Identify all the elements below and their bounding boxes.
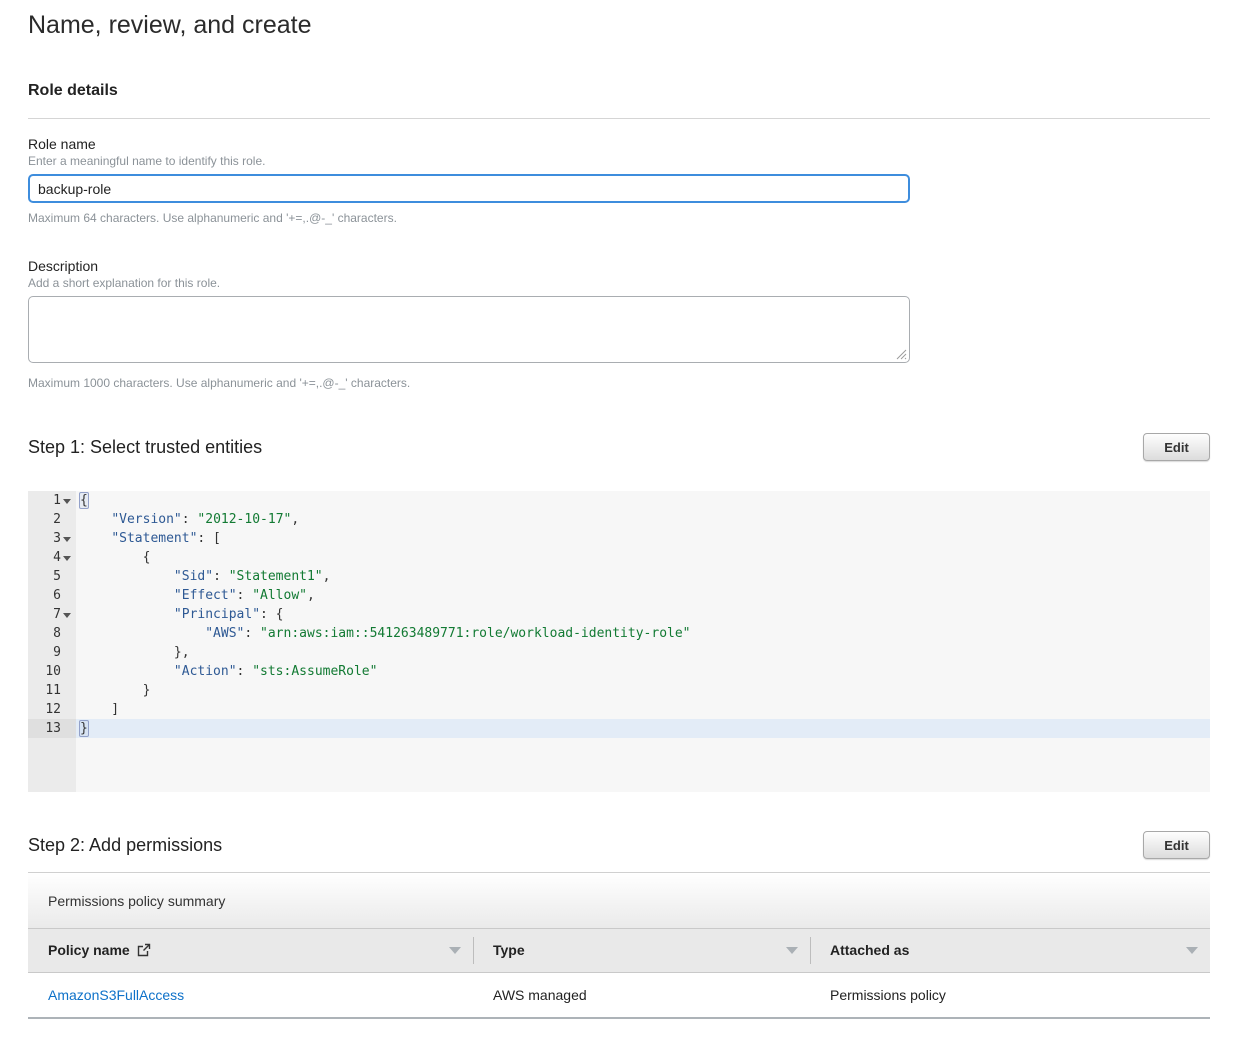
editor-code-line[interactable]: "AWS": "arn:aws:iam::541263489771:role/w…: [76, 624, 1210, 643]
editor-gutter[interactable]: 6: [28, 586, 76, 605]
page: Name, review, and create Role details Ro…: [0, 0, 1242, 1019]
trust-policy-json-editor[interactable]: 1{2 "Version": "2012-10-17",3 "Statement…: [28, 491, 1210, 792]
editor-line: 11 }: [28, 681, 1210, 700]
permissions-panel-header: Permissions policy summary: [28, 873, 1210, 929]
editor-code-line[interactable]: "Action": "sts:AssumeRole": [76, 662, 1210, 681]
editor-gutter[interactable]: 5: [28, 567, 76, 586]
editor-line: 12 ]: [28, 700, 1210, 719]
editor-line: 6 "Effect": "Allow",: [28, 586, 1210, 605]
policy-name-cell: AmazonS3FullAccess: [28, 972, 473, 1018]
step1-header-row: Step 1: Select trusted entities Edit: [28, 433, 1210, 461]
fold-spacer: [61, 643, 72, 662]
role-details-heading: Role details: [28, 82, 1210, 100]
editor-code-line[interactable]: ]: [76, 700, 1210, 719]
step2-heading: Step 2: Add permissions: [28, 835, 222, 856]
filter-dropdown-icon[interactable]: [449, 947, 461, 954]
role-name-label: Role name: [28, 135, 1210, 153]
editor-line: 9 },: [28, 643, 1210, 662]
editor-code-line[interactable]: },: [76, 643, 1210, 662]
fold-spacer: [61, 586, 72, 605]
editor-code-line[interactable]: "Statement": [: [76, 529, 1210, 548]
editor-line: 4 {: [28, 548, 1210, 567]
fold-arrow-icon[interactable]: [61, 491, 72, 510]
editor-code-line[interactable]: "Version": "2012-10-17",: [76, 510, 1210, 529]
editor-code-line[interactable]: "Effect": "Allow",: [76, 586, 1210, 605]
page-title: Name, review, and create: [28, 10, 1210, 40]
editor-gutter[interactable]: 10: [28, 662, 76, 681]
editor-gutter[interactable]: 2: [28, 510, 76, 529]
editor-code-line[interactable]: }: [76, 719, 1210, 738]
permissions-policy-panel: Permissions policy summary Policy name: [28, 872, 1210, 1019]
editor-code-line[interactable]: {: [76, 548, 1210, 567]
fold-spacer: [61, 719, 72, 738]
column-header-policy-name[interactable]: Policy name: [28, 929, 473, 972]
editor-line: 1{: [28, 491, 1210, 510]
editor-gutter[interactable]: 9: [28, 643, 76, 662]
step1-edit-button[interactable]: Edit: [1143, 433, 1210, 461]
fold-arrow-icon[interactable]: [61, 605, 72, 624]
step2-edit-button[interactable]: Edit: [1143, 831, 1210, 859]
role-name-constraint: Maximum 64 characters. Use alphanumeric …: [28, 210, 1210, 226]
attached-as-header-label: Attached as: [830, 942, 909, 958]
editor-line: 8 "AWS": "arn:aws:iam::541263489771:role…: [28, 624, 1210, 643]
editor-code-line[interactable]: {: [76, 491, 1210, 510]
permissions-table: Policy name: [28, 929, 1210, 1019]
fold-spacer: [61, 662, 72, 681]
external-link-icon: [137, 943, 151, 957]
description-help: Add a short explanation for this role.: [28, 275, 1210, 291]
editor-line: 10 "Action": "sts:AssumeRole": [28, 662, 1210, 681]
editor-gutter[interactable]: 13: [28, 719, 76, 738]
editor-line: 7 "Principal": {: [28, 605, 1210, 624]
editor-gutter[interactable]: 1: [28, 491, 76, 510]
editor-code-line[interactable]: }: [76, 681, 1210, 700]
filter-dropdown-icon[interactable]: [1186, 947, 1198, 954]
step2-header-row: Step 2: Add permissions Edit: [28, 831, 1210, 859]
column-header-type[interactable]: Type: [473, 929, 810, 972]
divider: [28, 118, 1210, 119]
fold-arrow-icon[interactable]: [61, 529, 72, 548]
description-field-wrap: [28, 296, 910, 363]
fold-spacer: [61, 510, 72, 529]
editor-gutter[interactable]: 8: [28, 624, 76, 643]
editor-gutter[interactable]: 4: [28, 548, 76, 567]
filter-dropdown-icon[interactable]: [786, 947, 798, 954]
fold-arrow-icon[interactable]: [61, 548, 72, 567]
fold-spacer: [61, 681, 72, 700]
editor-line: 13}: [28, 719, 1210, 738]
type-header-label: Type: [493, 942, 525, 958]
fold-spacer: [61, 567, 72, 586]
editor-gutter[interactable]: 12: [28, 700, 76, 719]
description-constraint: Maximum 1000 characters. Use alphanumeri…: [28, 375, 1210, 391]
editor-gutter[interactable]: 3: [28, 529, 76, 548]
editor-gutter[interactable]: 11: [28, 681, 76, 700]
policy-name-link[interactable]: AmazonS3FullAccess: [48, 987, 184, 1003]
role-name-help: Enter a meaningful name to identify this…: [28, 153, 1210, 169]
step1-heading: Step 1: Select trusted entities: [28, 437, 262, 458]
editor-gutter[interactable]: 7: [28, 605, 76, 624]
permissions-panel-title: Permissions policy summary: [48, 893, 225, 909]
permissions-table-header-row: Policy name: [28, 929, 1210, 972]
editor-line: 2 "Version": "2012-10-17",: [28, 510, 1210, 529]
role-name-input[interactable]: [28, 174, 910, 203]
table-row: AmazonS3FullAccess AWS managedPermissions…: [28, 972, 1210, 1018]
fold-spacer: [61, 700, 72, 719]
editor-code-line[interactable]: "Principal": {: [76, 605, 1210, 624]
editor-line: 5 "Sid": "Statement1",: [28, 567, 1210, 586]
attached-as-cell: Permissions policy: [810, 972, 1210, 1018]
policy-name-header-label: Policy name: [48, 942, 130, 958]
fold-spacer: [61, 624, 72, 643]
description-textarea[interactable]: [28, 296, 910, 363]
column-header-attached-as[interactable]: Attached as: [810, 929, 1210, 972]
editor-code-line[interactable]: "Sid": "Statement1",: [76, 567, 1210, 586]
editor-line: 3 "Statement": [: [28, 529, 1210, 548]
policy-type-cell: AWS managed: [473, 972, 810, 1018]
description-label: Description: [28, 257, 1210, 275]
